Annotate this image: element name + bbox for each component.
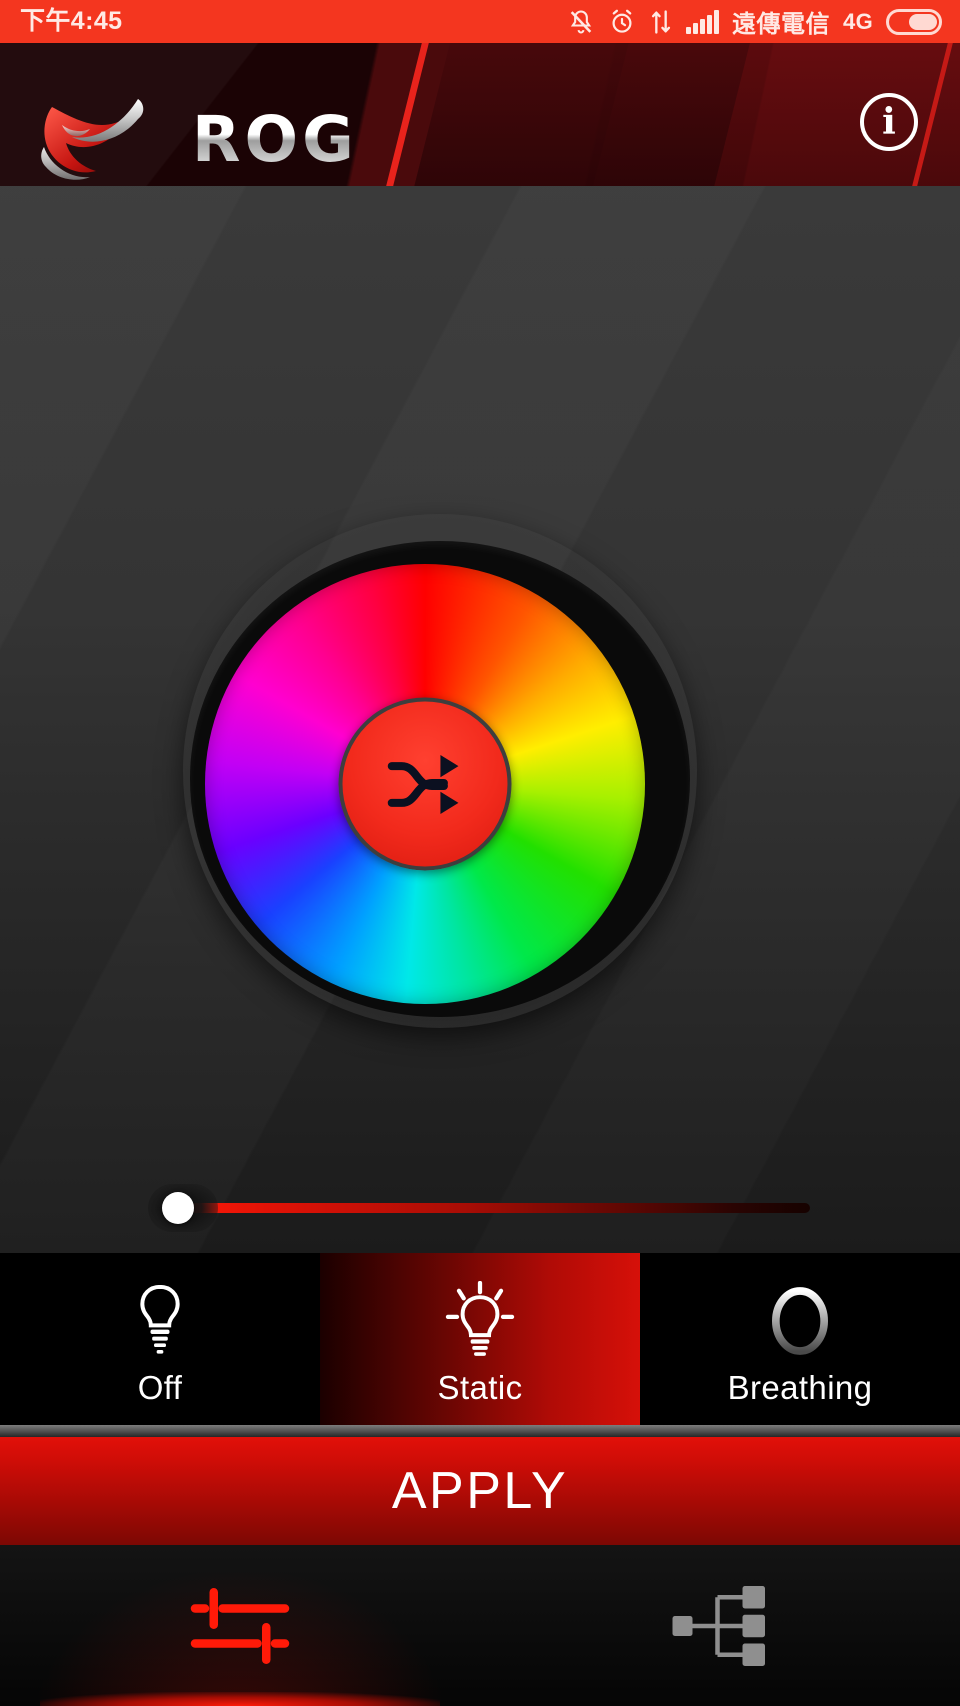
mode-bar-divider: [0, 1425, 960, 1437]
mode-label-breathing: Breathing: [727, 1368, 873, 1406]
apply-button[interactable]: APPLY: [0, 1437, 960, 1545]
mute-icon: [570, 9, 592, 34]
rog-logo: ROG: [26, 91, 358, 186]
app-header: ROG i: [0, 43, 960, 186]
carrier-name: 遠傳電信: [732, 11, 831, 38]
main-content: [0, 186, 960, 1253]
lighting-mode-bar: Off Static Breathing: [0, 1253, 960, 1425]
nav-tab-lighting[interactable]: [0, 1545, 480, 1706]
header-diagonal-shape-2: [402, 43, 758, 186]
bottom-navigation: [0, 1545, 960, 1706]
lightbulb-off-icon: [125, 1281, 195, 1361]
mode-label-off: Off: [137, 1368, 183, 1406]
info-button[interactable]: i: [860, 93, 918, 151]
mode-button-breathing[interactable]: Breathing: [640, 1253, 960, 1425]
device-tree-icon: [672, 1585, 765, 1666]
color-picker[interactable]: [183, 514, 697, 1028]
signal-bars-icon: [686, 9, 720, 34]
lighting-settings-icon: [190, 1587, 290, 1664]
rog-eye-logo-icon: [41, 99, 144, 180]
slider-track[interactable]: [170, 1203, 810, 1213]
app-screen: 下午4:45 遠傳電信 4G ROG i Off Static Breathin…: [0, 0, 960, 1706]
mode-button-static[interactable]: Static: [320, 1253, 640, 1425]
mode-button-off[interactable]: Off: [0, 1253, 320, 1425]
status-bar-clock: 下午4:45: [20, 7, 123, 35]
brightness-slider[interactable]: [148, 1184, 816, 1232]
info-icon: i: [882, 101, 896, 143]
rog-brand-text: ROG: [192, 102, 358, 176]
random-color-button[interactable]: [338, 697, 512, 871]
alarm-icon: [612, 9, 632, 33]
battery-icon: [886, 8, 942, 35]
slider-thumb[interactable]: [162, 1192, 194, 1224]
shuffle-icon: [387, 754, 458, 814]
lightbulb-on-icon: [434, 1280, 526, 1361]
status-bar: 下午4:45 遠傳電信 4G: [0, 0, 960, 43]
mode-label-static: Static: [437, 1368, 523, 1406]
apply-button-label: APPLY: [391, 1462, 569, 1520]
nav-tab-devices[interactable]: [480, 1545, 960, 1706]
data-transfer-icon: [651, 9, 671, 34]
status-bar-icons: 遠傳電信 4G: [567, 4, 942, 39]
breathing-ring-icon: [759, 1281, 841, 1361]
network-type: 4G: [843, 8, 873, 34]
color-wheel[interactable]: [205, 564, 645, 1004]
